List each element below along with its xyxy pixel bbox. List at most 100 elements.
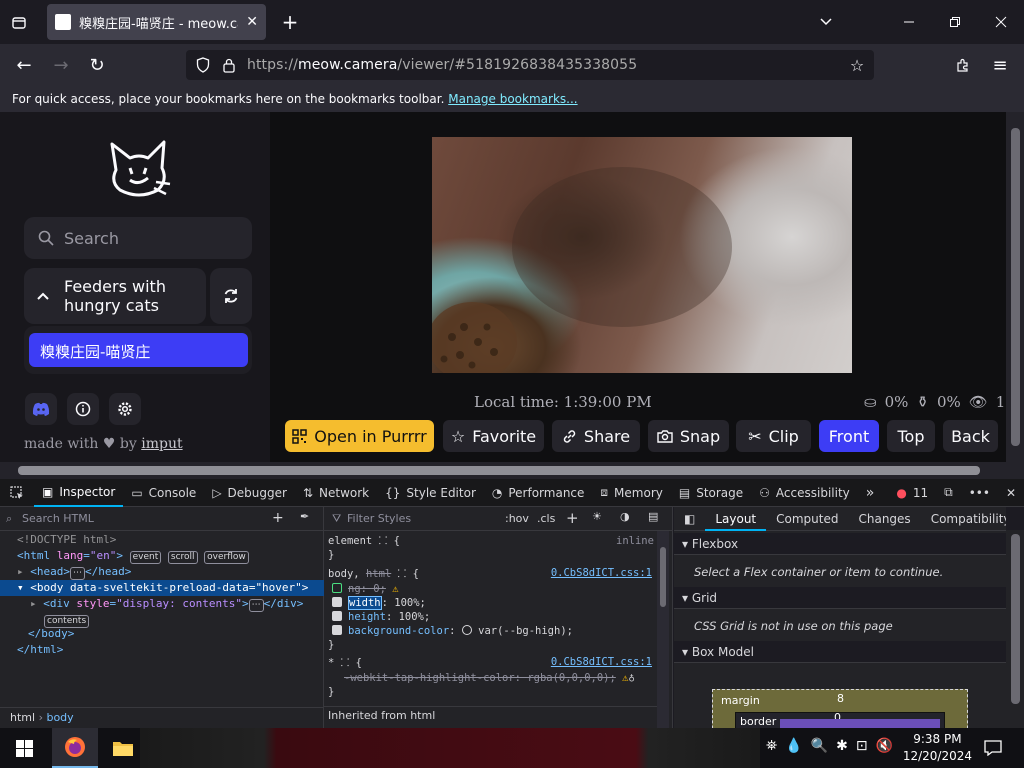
box-model-section[interactable]: ▾ Box Model <box>674 641 1006 663</box>
lock-icon[interactable] <box>220 56 238 74</box>
grid-section[interactable]: ▾ Grid <box>674 587 1006 609</box>
print-media-icon[interactable]: ▤ <box>648 510 658 523</box>
new-tab-icon[interactable]: + <box>279 10 301 34</box>
tab-debugger[interactable]: ▷ Debugger <box>204 479 295 507</box>
notifications-icon[interactable] <box>982 737 1004 759</box>
disabled-declaration[interactable]: ng: 0; ⚠ <box>332 582 399 596</box>
reload-icon[interactable]: ↻ <box>85 54 109 76</box>
width-declaration[interactable]: width: 100%; <box>332 596 426 610</box>
manage-bookmarks-link[interactable]: Manage bookmarks... <box>448 92 577 106</box>
windows-start-icon[interactable] <box>12 736 36 760</box>
webkit-declaration[interactable]: -webkit-tap-highlight-color: rgba(0,0,0,… <box>344 671 635 685</box>
overflow-badge[interactable]: overflow <box>204 551 249 564</box>
search-tray-icon[interactable]: 🔍 <box>811 738 828 754</box>
body-node-selected[interactable]: ▾ <body data-sveltekit-preload-data="hov… <box>0 580 324 596</box>
close-tab-icon[interactable]: ✕ <box>246 14 258 30</box>
tab-performance[interactable]: ◔ Performance <box>484 479 593 507</box>
author-link[interactable]: imput <box>141 436 182 452</box>
breadcrumb-html[interactable]: html <box>10 711 35 724</box>
page-vertical-scrollbar[interactable] <box>1006 112 1024 462</box>
tab-compatibility[interactable]: Compatibility <box>921 507 1006 531</box>
close-devtools-icon[interactable]: ✕ <box>998 479 1024 507</box>
stylesheet-link-2[interactable]: 0.CbS8dICT.css:1 <box>551 656 652 668</box>
rules-scrollbar[interactable] <box>657 531 669 728</box>
extensions-icon[interactable] <box>951 54 975 76</box>
doctype-node[interactable]: <!DOCTYPE html> <box>0 532 324 548</box>
more-tabs-icon[interactable]: » <box>858 479 883 507</box>
menu-hamburger-icon[interactable]: ≡ <box>988 54 1012 76</box>
back-arrow-icon[interactable]: ← <box>12 54 36 76</box>
snap-button[interactable]: Snap <box>648 420 729 452</box>
body-rule-selector[interactable]: body, html ⸬ { <box>328 567 419 581</box>
filter-styles-input[interactable]: Filter Styles <box>347 512 411 525</box>
error-count-badge[interactable]: ● 11 <box>888 479 936 507</box>
url-bar[interactable]: https://meow.camera/viewer/#518192683843… <box>186 50 874 80</box>
system-clock[interactable]: 9:38 PM 12/20/2024 <box>903 731 972 765</box>
sidebar-toggle-icon[interactable]: ◧ <box>674 507 705 531</box>
feeders-dropdown[interactable]: Feeders with hungry cats <box>24 268 206 324</box>
volume-muted-icon[interactable]: 🔇 <box>876 738 893 754</box>
tab-layout[interactable]: Layout <box>705 507 767 531</box>
camera-video-feed[interactable] <box>432 137 852 373</box>
front-camera-button[interactable]: Front <box>819 420 879 452</box>
layout-scrollbar[interactable] <box>1006 530 1024 728</box>
info-button[interactable] <box>67 393 99 425</box>
body-close-node[interactable]: </body> <box>0 626 324 642</box>
browser-tab[interactable]: 糗糗庄园-喵贤庄 - meow.camera ✕ <box>47 4 266 40</box>
element-picker-icon[interactable] <box>0 479 34 507</box>
favorite-button[interactable]: ☆ Favorite <box>443 420 544 452</box>
breadcrumb-body[interactable]: body <box>46 711 73 724</box>
height-declaration[interactable]: height: 100%; <box>332 610 430 624</box>
network-tray-icon[interactable]: ⊡ <box>856 738 868 754</box>
drop-icon[interactable]: 💧 <box>785 738 802 754</box>
top-camera-button[interactable]: Top <box>887 420 935 452</box>
file-explorer-icon[interactable] <box>110 736 136 760</box>
refresh-button[interactable] <box>210 268 252 324</box>
div-node[interactable]: ▸ <div style="display: contents"> ⋯ </div> <box>0 596 324 612</box>
shield-icon[interactable] <box>194 56 212 74</box>
feeder-item-active[interactable]: 糗糗庄园-喵贤庄 <box>29 333 248 367</box>
stylesheet-link[interactable]: 0.CbS8dICT.css:1 <box>551 567 652 579</box>
light-mode-icon[interactable]: ☀ <box>592 510 602 523</box>
tab-memory[interactable]: ⧈ Memory <box>592 479 670 507</box>
background-color-declaration[interactable]: background-color: var(--bg-high); <box>332 624 573 638</box>
share-button[interactable]: Share <box>552 420 640 452</box>
settings-button[interactable] <box>109 393 141 425</box>
close-window-icon[interactable] <box>990 11 1012 33</box>
box-model-margin[interactable]: margin 8 border 0 <box>712 689 968 728</box>
list-tabs-chevron-icon[interactable] <box>815 11 837 33</box>
add-rule-icon[interactable]: + <box>566 509 579 527</box>
box-model-border[interactable]: border 0 <box>735 711 945 728</box>
cls-toggle[interactable]: .cls <box>537 512 555 525</box>
search-input[interactable]: Search <box>24 217 252 259</box>
tab-storage[interactable]: ▤ Storage <box>671 479 751 507</box>
eyedropper-icon[interactable]: ✒ <box>300 510 309 523</box>
tab-computed[interactable]: Computed <box>766 507 848 531</box>
tab-changes[interactable]: Changes <box>848 507 920 531</box>
forward-arrow-icon[interactable]: → <box>49 54 73 76</box>
page-horizontal-scrollbar[interactable] <box>0 462 1024 479</box>
add-node-icon[interactable]: + <box>272 510 284 526</box>
star-rule-selector[interactable]: * ⸬ { <box>328 656 362 670</box>
html-close-node[interactable]: </html> <box>0 642 324 658</box>
dock-options-icon[interactable]: ⧉ <box>936 479 961 507</box>
dark-mode-icon[interactable]: ◑ <box>620 510 630 523</box>
cat-logo-icon[interactable] <box>106 138 172 198</box>
firefox-taskbar-icon[interactable] <box>52 728 98 768</box>
minimize-icon[interactable] <box>898 11 920 33</box>
bookmark-star-icon[interactable]: ☆ <box>848 56 866 75</box>
tab-accessibility[interactable]: ⚇ Accessibility <box>751 479 858 507</box>
discord-button[interactable] <box>25 393 57 425</box>
flexbox-section[interactable]: ▾ Flexbox <box>674 533 1006 555</box>
tab-network[interactable]: ⇅ Network <box>295 479 377 507</box>
search-html-input[interactable]: ⌕ Search HTML + ✒ <box>0 507 324 531</box>
element-rule[interactable]: element ⸬ { <box>328 534 400 548</box>
open-in-purrrr-button[interactable]: Open in Purrrr <box>285 420 434 452</box>
tab-console[interactable]: ▭ Console <box>123 479 204 507</box>
head-node[interactable]: ▸ <head> ⋯ </head> <box>0 564 324 580</box>
tab-style-editor[interactable]: {} Style Editor <box>377 479 484 507</box>
html-node[interactable]: <html lang="en"> event scroll overflow <box>0 548 324 564</box>
scroll-badge[interactable]: scroll <box>167 551 198 564</box>
back-camera-button[interactable]: Back <box>943 420 998 452</box>
hov-toggle[interactable]: :hov <box>505 512 529 525</box>
